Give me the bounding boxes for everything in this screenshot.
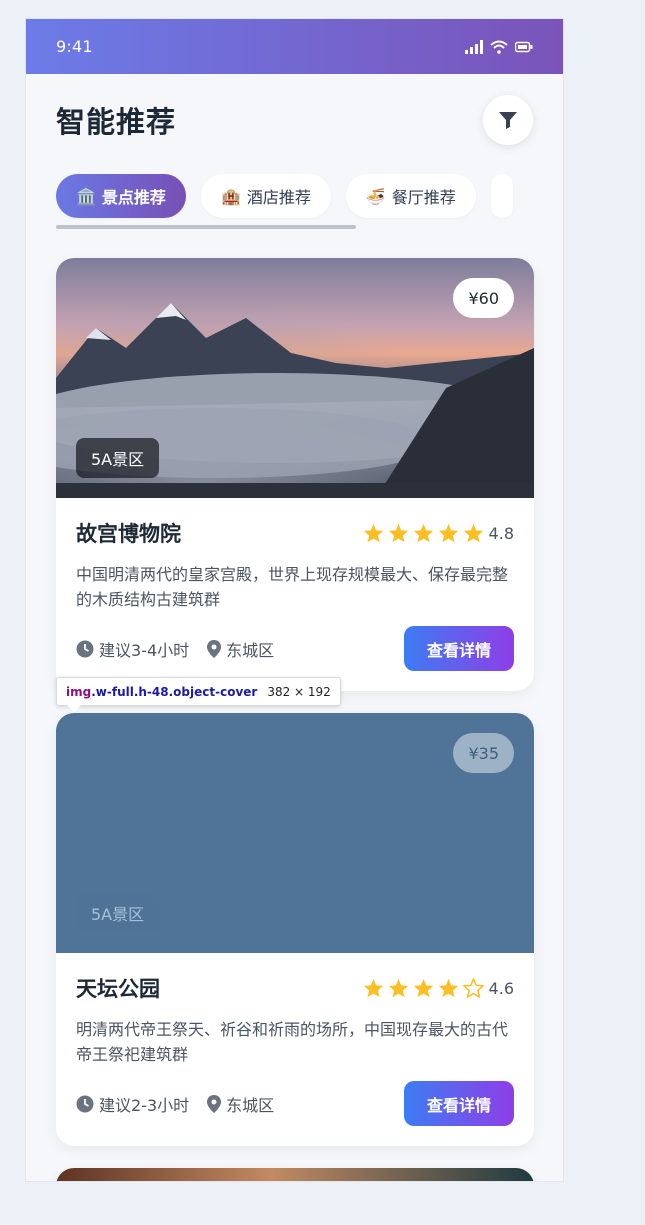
- element-classes: .w-full.h-48.object-cover: [91, 684, 258, 699]
- clock-icon: [76, 640, 94, 657]
- duration-text: 建议2-3小时: [99, 1095, 190, 1115]
- location-pin-icon: [207, 1094, 222, 1113]
- attraction-card[interactable]: ¥35 5A景区 天坛公园 4.6 明清两代帝王祭天、祈谷和祈雨的场所，中国现存…: [56, 713, 534, 1146]
- attraction-title: 故宫博物院: [76, 522, 181, 546]
- tab-label: 餐厅推荐: [391, 188, 456, 207]
- view-details-button[interactable]: 查看详情: [404, 1081, 514, 1126]
- status-time: 9:41: [56, 37, 93, 56]
- attraction-card[interactable]: [56, 1168, 534, 1181]
- noodle-bowl-icon: 🍜: [365, 186, 386, 206]
- duration: 建议2-3小时: [76, 1092, 189, 1116]
- star-filled-icon: [388, 523, 408, 543]
- rating-value: 4.8: [488, 523, 514, 543]
- filter-button[interactable]: [483, 95, 533, 145]
- duration-text: 建议3-4小时: [99, 640, 190, 660]
- attraction-card[interactable]: ¥60 5A景区 故宫博物院 4.8 中国明清两代的皇家宫殿，世界上现存规模最大…: [56, 258, 534, 691]
- phone-frame: 9:41 智能推荐 🏛️ 景点推荐 🏨 酒店推荐 🍜 餐厅推荐 ¥60 5A景区…: [25, 18, 564, 1182]
- tabs-scrollbar[interactable]: [56, 225, 356, 229]
- page-header: 智能推荐: [56, 95, 533, 145]
- district: 东城区: [207, 1092, 274, 1116]
- star-filled-icon: [363, 978, 383, 998]
- star-filled-icon: [413, 978, 433, 998]
- attraction-title: 天坛公园: [76, 977, 160, 1001]
- tab-label: 景点推荐: [101, 188, 166, 207]
- element-tag: img: [66, 684, 92, 699]
- level-badge: 5A景区: [76, 438, 160, 478]
- wifi-icon: [490, 40, 508, 54]
- district-text: 东城区: [226, 640, 275, 660]
- status-icons: [465, 39, 533, 54]
- element-size: 382 × 192: [267, 684, 331, 699]
- attraction-description: 中国明清两代的皇家宫殿，世界上现存规模最大、保存最完整的木质结构古建筑群: [76, 565, 509, 609]
- tab-restaurants[interactable]: 🍜 餐厅推荐: [345, 174, 476, 218]
- view-details-button[interactable]: 查看详情: [404, 626, 514, 671]
- star-filled-icon: [438, 523, 458, 543]
- star-filled-icon: [363, 523, 383, 543]
- tab-label: 酒店推荐: [246, 188, 311, 207]
- star-filled-icon: [438, 978, 458, 998]
- element-selector: img.w-full.h-48.object-cover: [66, 685, 257, 699]
- battery-icon: [515, 41, 533, 52]
- star-rating: [363, 978, 484, 998]
- location-pin-icon: [207, 639, 222, 658]
- star-filled-icon: [463, 523, 483, 543]
- attraction-description: 明清两代帝王祭天、祈谷和祈雨的场所，中国现存最大的古代帝王祭祀建筑群: [76, 1020, 509, 1064]
- devtools-inspect-tooltip: img.w-full.h-48.object-cover 382 × 192: [56, 677, 341, 712]
- tab-more[interactable]: [490, 174, 513, 218]
- star-rating: [363, 523, 484, 543]
- attraction-image: [56, 1168, 534, 1181]
- rating: 4.6: [363, 978, 514, 998]
- price-badge: ¥35: [453, 733, 514, 773]
- price-badge: ¥60: [453, 278, 514, 318]
- attraction-image: ¥60 5A景区: [56, 258, 534, 498]
- page-title: 智能推荐: [56, 105, 177, 139]
- district-text: 东城区: [226, 1095, 275, 1115]
- tab-hotels[interactable]: 🏨 酒店推荐: [200, 174, 331, 218]
- tab-attractions[interactable]: 🏛️ 景点推荐: [56, 174, 186, 218]
- duration: 建议3-4小时: [76, 637, 189, 661]
- star-filled-icon: [413, 523, 433, 543]
- filter-icon: [499, 112, 517, 129]
- clock-icon: [76, 1095, 94, 1112]
- star-empty-icon: [462, 978, 484, 998]
- category-tabs: 🏛️ 景点推荐 🏨 酒店推荐 🍜 餐厅推荐: [56, 174, 534, 220]
- rating: 4.8: [363, 523, 514, 543]
- level-badge: 5A景区: [76, 893, 160, 933]
- attraction-image: ¥35 5A景区: [56, 713, 534, 953]
- hotel-icon: 🏨: [220, 186, 241, 206]
- rating-value: 4.6: [488, 978, 514, 998]
- signal-icon: [465, 39, 483, 54]
- district: 东城区: [207, 637, 274, 661]
- museum-icon: 🏛️: [76, 186, 96, 206]
- status-bar: 9:41: [26, 19, 563, 74]
- star-filled-icon: [388, 978, 408, 998]
